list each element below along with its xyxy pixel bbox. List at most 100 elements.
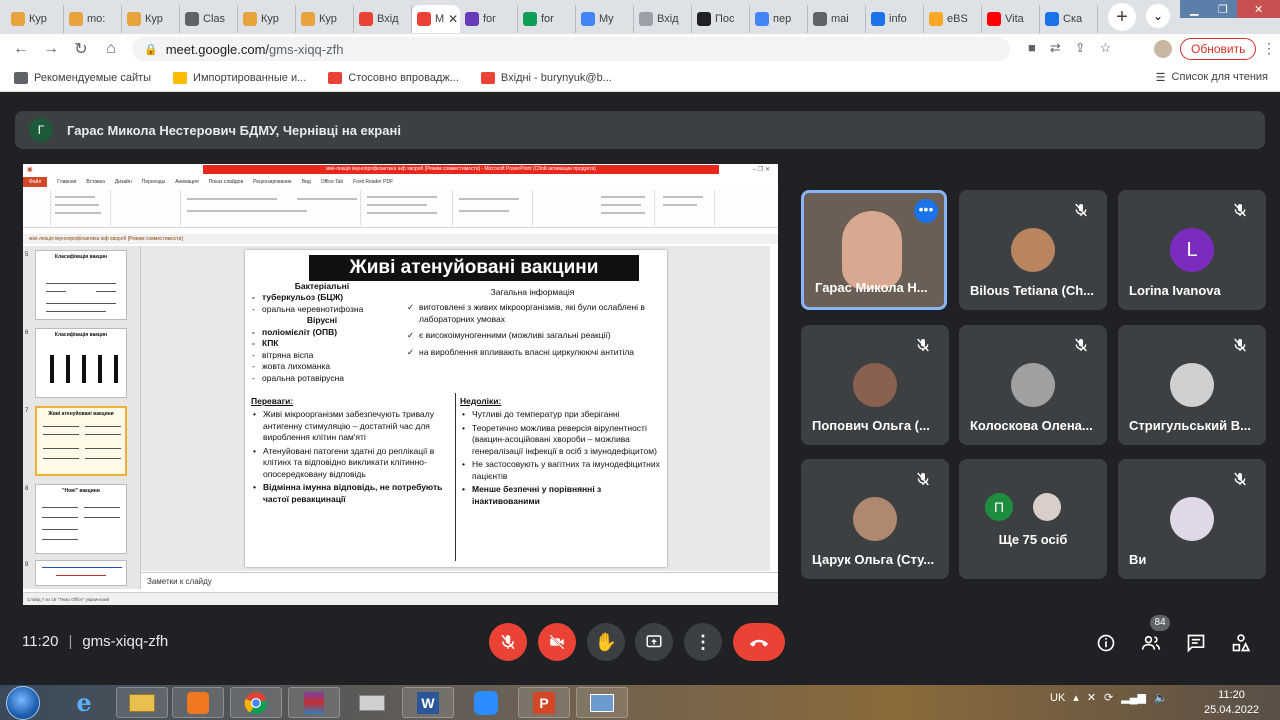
powerpoint-menu-item[interactable]: Показ слайдов [209,179,243,185]
update-button[interactable]: Обновить [1180,38,1257,60]
raise-hand-button[interactable]: ✋ [587,623,625,661]
viral-heading: Вірусні [306,315,338,326]
start-button[interactable] [6,686,40,720]
zoom-icon[interactable] [460,687,512,718]
more-participants-tile[interactable]: П Ще 75 осіб [959,459,1107,579]
browser-tab[interactable]: mo: [64,5,122,33]
slide-thumbnail-6[interactable]: Класифікація вакцин [35,328,127,398]
close-window-button[interactable]: ✕ [1237,0,1280,18]
media-player-icon[interactable] [172,687,224,718]
bookmark-star-icon[interactable]: ☆ [1100,40,1112,56]
powerpoint-menu-item[interactable]: Office Tab [321,179,343,185]
ie-icon[interactable]: e [58,687,110,718]
forward-icon[interactable]: → [36,40,66,58]
back-icon[interactable]: ← [6,40,36,58]
powerpoint-menu-item[interactable]: Главная [57,179,76,185]
browser-tab[interactable]: mai [808,5,866,33]
powerpoint-menu-item[interactable]: Переходы [142,179,165,185]
signal-icon[interactable]: ▂▄▆ [1121,691,1146,704]
translate-icon[interactable]: ⇄ [1050,40,1061,56]
tile-options-icon[interactable]: ••• [914,199,938,223]
powerpoint-menu-item[interactable]: Дизайн [115,179,132,185]
reload-icon[interactable]: ↻ [66,39,96,59]
powerpoint-menu-item[interactable]: Файл [23,176,48,187]
participant-tile[interactable]: Колоскова Олена... [959,325,1107,445]
explorer-icon[interactable] [116,687,168,718]
scanner-icon[interactable] [346,687,398,718]
browser-tab[interactable]: Vita [982,5,1040,33]
powerpoint-menu-item[interactable]: Foxit Reader PDF [353,179,393,185]
participant-tile[interactable]: Ви [1118,459,1266,579]
home-icon[interactable]: ⌂ [96,40,126,58]
slide-thumbnail-9[interactable] [35,560,127,586]
browser-tab[interactable]: Пос [692,5,750,33]
browser-tab[interactable]: M ✕ [412,5,460,33]
present-button[interactable] [635,623,673,661]
browser-tab[interactable]: Кур [238,5,296,33]
bookmark-item[interactable]: Рекомендуемые сайты [14,71,151,84]
browser-tab[interactable]: eBS [924,5,982,33]
participant-tile[interactable]: ••• Гарас Микола Н... [801,190,947,310]
powerpoint-menu-item[interactable]: Вид [302,179,311,185]
participant-tile[interactable]: Bilous Tetiana (Ch... [959,190,1107,310]
camera-icon[interactable]: ■ [1028,40,1036,56]
browser-tab[interactable]: Ска [1040,5,1098,33]
leave-call-button[interactable] [733,623,785,661]
meeting-details-button[interactable] [1094,631,1118,655]
powerpoint-document-tab[interactable]: міні-лекція імунопрофілактика інф хвороб… [23,234,778,244]
minimize-button[interactable]: ▁ [1180,0,1209,18]
browser-tab[interactable]: Вхід [354,5,412,33]
network-icon[interactable]: ✕ [1087,691,1096,704]
slide-thumbnail-5[interactable]: Класифікація вакцин [35,250,127,320]
participant-tile[interactable]: Стригульський В... [1118,325,1266,445]
window-controls: ▁ ❐ ✕ [1180,0,1280,20]
participant-tile[interactable]: L Lorina Ivanova [1118,190,1266,310]
powerpoint-icon[interactable]: P [518,687,570,718]
slide-notes[interactable]: Заметки к слайду [141,572,778,592]
language-indicator[interactable]: UK [1050,692,1065,704]
powerpoint-menu-item[interactable]: Вставка [86,179,105,185]
browser-tab[interactable]: Вхід [634,5,692,33]
profile-avatar[interactable] [1154,40,1172,58]
browser-tab[interactable]: Кур [6,5,64,33]
powerpoint-menu-item[interactable]: Рецензирование [253,179,292,185]
browser-tab[interactable]: for [460,5,518,33]
browser-tab[interactable]: info [866,5,924,33]
mic-off-button[interactable] [489,623,527,661]
sync-icon[interactable]: ⟳ [1104,691,1113,704]
slide-thumbnail-7[interactable]: Живі атенуйовані вакцини [35,406,127,476]
address-bar[interactable]: 🔒 meet.google.com/ gms-xiqq-zfh [132,37,1010,61]
browser-tab[interactable]: My [576,5,634,33]
tab-search-button[interactable]: ⌄ [1146,4,1170,28]
chrome-icon[interactable] [230,687,282,718]
browser-tab[interactable]: Clas [180,5,238,33]
chat-button[interactable] [1184,631,1208,655]
close-tab-icon[interactable]: ✕ [448,12,458,26]
bookmark-item[interactable]: Стосовно впровадж... [328,71,459,84]
maximize-button[interactable]: ❐ [1208,0,1238,18]
bookmark-item[interactable]: Вхідні - burynyuk@b... [480,71,612,84]
browser-tab[interactable]: for [518,5,576,33]
participant-tile[interactable]: Попович Ольга (... [801,325,949,445]
new-tab-button[interactable]: + [1108,3,1136,31]
activities-button[interactable] [1229,631,1253,655]
taskbar-clock[interactable]: 11:20 25.04.2022 [1204,688,1259,718]
reading-list[interactable]: ☰ Список для чтения [1156,71,1268,84]
winrar-icon[interactable] [288,687,340,718]
camera-off-button[interactable] [538,623,576,661]
share-icon[interactable]: ⇪ [1075,40,1086,56]
word-icon[interactable]: W [402,687,454,718]
volume-icon[interactable]: 🔈 [1154,691,1168,704]
participant-tile[interactable]: Царук Ольга (Сту... [801,459,949,579]
slide-thumbnail-8[interactable]: "Нові" вакцини [35,484,127,554]
browser-tab[interactable]: Кур [122,5,180,33]
browser-tab[interactable]: Кур [296,5,354,33]
browser-menu-icon[interactable]: ⋮ [1262,40,1276,57]
powerpoint-menu-item[interactable]: Анимация [175,179,198,185]
people-button[interactable] [1139,631,1163,655]
browser-tab[interactable]: пер [750,5,808,33]
tray-expand-icon[interactable]: ▴ [1073,691,1079,704]
more-options-button[interactable]: ⋮ [684,623,722,661]
bookmark-item[interactable]: Импортированные и... [173,71,306,84]
screen-share-icon[interactable] [576,687,628,718]
